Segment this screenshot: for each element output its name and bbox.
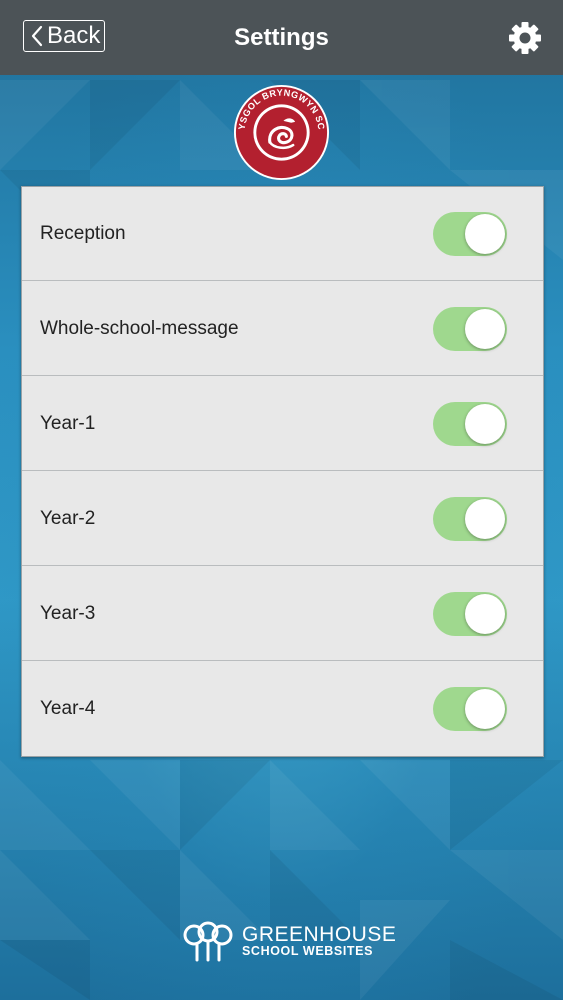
setting-label: Whole-school-message — [40, 318, 239, 339]
school-logo: YSGOL BRYNGWYN SCHOOL — [233, 84, 330, 181]
toggle-switch[interactable] — [433, 212, 507, 256]
setting-row-year-3: Year-3 — [22, 567, 543, 661]
setting-label: Year-2 — [40, 508, 96, 529]
setting-row-whole-school-message: Whole-school-message — [22, 282, 543, 376]
setting-row-year-2: Year-2 — [22, 472, 543, 566]
setting-label: Year-1 — [40, 413, 96, 434]
footer-brand: GREENHOUSE — [242, 923, 397, 946]
toggle-switch[interactable] — [433, 592, 507, 636]
toggle-knob — [465, 214, 505, 254]
setting-row-year-1: Year-1 — [22, 377, 543, 471]
settings-list: Reception Whole-school-message Year-1 Ye… — [21, 186, 544, 757]
greenhouse-logo-icon — [183, 921, 233, 962]
page-title: Settings — [234, 24, 329, 51]
setting-label: Reception — [40, 223, 126, 244]
toggle-switch[interactable] — [433, 497, 507, 541]
setting-label: Year-3 — [40, 603, 96, 624]
toggle-knob — [465, 594, 505, 634]
top-bar: Back Settings — [0, 0, 563, 75]
toggle-knob — [465, 499, 505, 539]
toggle-switch[interactable] — [433, 687, 507, 731]
toggle-switch[interactable] — [433, 307, 507, 351]
toggle-knob — [465, 309, 505, 349]
toggle-knob — [465, 404, 505, 444]
toggle-switch[interactable] — [433, 402, 507, 446]
setting-label: Year-4 — [40, 698, 96, 719]
gear-icon[interactable] — [507, 20, 543, 56]
footer-branding: GREENHOUSE SCHOOL WEBSITES — [180, 918, 400, 966]
setting-row-reception: Reception — [22, 187, 543, 281]
toggle-knob — [465, 689, 505, 729]
setting-row-year-4: Year-4 — [22, 662, 543, 756]
footer-tagline: SCHOOL WEBSITES — [242, 944, 374, 958]
